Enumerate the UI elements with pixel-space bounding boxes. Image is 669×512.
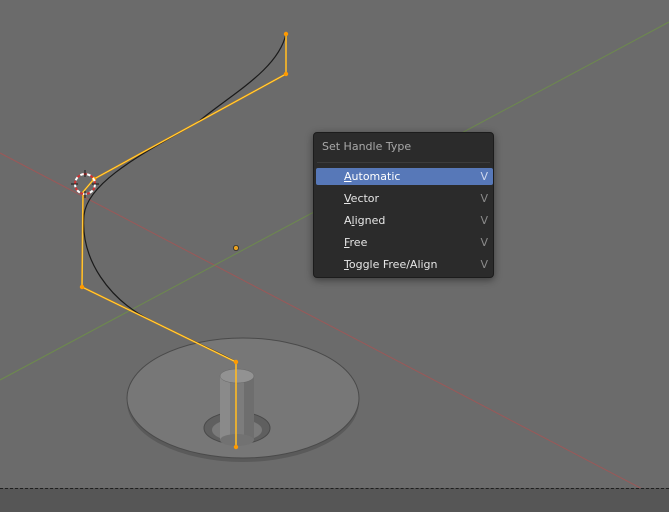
menu-items: Automatic V Vector V Aligned V Free V To…: [316, 168, 493, 278]
menu-item-shortcut: V: [480, 214, 488, 227]
object-origin: [232, 244, 239, 251]
menu-item-label: Vector: [344, 192, 380, 205]
menu-item-shortcut: V: [480, 258, 488, 271]
menu-item-shortcut: V: [480, 192, 488, 205]
menu-item-toggle-free-align[interactable]: Toggle Free/Align V: [316, 256, 493, 278]
3d-viewport[interactable]: Set Handle Type Automatic V Vector V Ali…: [0, 0, 669, 512]
menu-item-vector[interactable]: Vector V: [316, 190, 493, 212]
menu-item-label: Aligned: [344, 214, 386, 227]
3d-cursor-icon: [71, 170, 99, 198]
cylinder-post: [219, 368, 255, 446]
menu-title: Set Handle Type: [322, 140, 412, 153]
bezier-curve: [83, 33, 287, 363]
menu-separator: [317, 162, 490, 163]
set-handle-type-menu: Set Handle Type Automatic V Vector V Ali…: [313, 132, 494, 278]
menu-item-label: Free: [344, 236, 368, 249]
menu-item-label: Toggle Free/Align: [344, 258, 438, 271]
bottom-status-strip: [0, 488, 669, 512]
menu-item-shortcut: V: [480, 236, 488, 249]
menu-item-shortcut: V: [480, 170, 488, 183]
menu-item-aligned[interactable]: Aligned V: [316, 212, 493, 234]
menu-item-label: Automatic: [344, 170, 401, 183]
menu-item-automatic[interactable]: Automatic V: [316, 168, 493, 185]
menu-item-free[interactable]: Free V: [316, 234, 493, 256]
